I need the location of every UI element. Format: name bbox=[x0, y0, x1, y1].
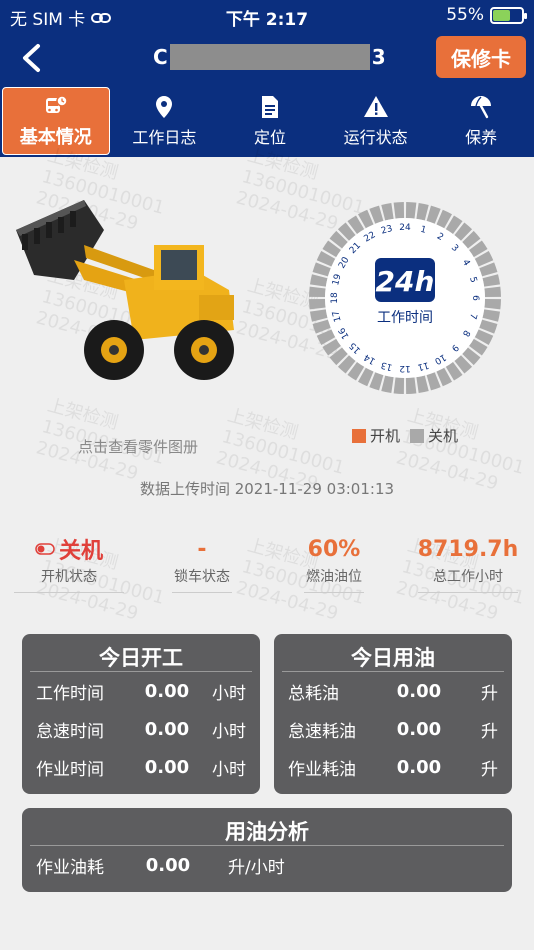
page-title: C 3 bbox=[153, 44, 386, 70]
total-hours: 8719.7h 总工作小时 bbox=[418, 534, 518, 593]
dial-hour-label: 24 bbox=[399, 223, 411, 233]
dial-hour-label: 12 bbox=[399, 363, 410, 373]
dial-segment bbox=[405, 377, 417, 394]
dial-segment bbox=[309, 309, 328, 322]
tab-label: 定位 bbox=[253, 128, 286, 147]
list-item: 怠速耗油 0.00 升 bbox=[288, 718, 498, 742]
power-status-label: 开机状态 bbox=[41, 569, 97, 585]
battery-info: 55% bbox=[446, 5, 527, 25]
dial-segment bbox=[482, 309, 501, 322]
app-header: C 3 保修卡 bbox=[0, 30, 534, 85]
tab-work-log[interactable]: 工作日志 bbox=[112, 85, 218, 157]
dial-label: 工作时间 bbox=[377, 310, 433, 326]
dial-segment bbox=[381, 202, 394, 221]
status-bar: 无 SIM 卡 下午 2:17 55% bbox=[0, 0, 534, 30]
list-item: 作业时间 0.00 小时 bbox=[36, 756, 246, 780]
dial-segment bbox=[416, 202, 429, 221]
tab-maintenance[interactable]: 保养 bbox=[428, 85, 534, 157]
tab-location[interactable]: 定位 bbox=[217, 85, 323, 157]
upload-time: 数据上传时间 2021-11-29 03:01:13 bbox=[139, 480, 395, 498]
tab-label: 工作日志 bbox=[132, 128, 197, 147]
redacted-serial bbox=[169, 44, 370, 70]
battery-icon bbox=[490, 6, 527, 24]
parts-catalog-link[interactable]: 点击查看零件图册 bbox=[78, 436, 198, 457]
dial-segment bbox=[482, 274, 501, 287]
dial-segment bbox=[393, 377, 405, 394]
24h-badge-text: 24h bbox=[376, 265, 435, 298]
total-hours-value: 8719.7h bbox=[417, 536, 519, 562]
card-title: 今日开工 bbox=[30, 634, 252, 672]
total-hours-label: 总工作小时 bbox=[433, 569, 503, 585]
dial-segment bbox=[381, 375, 394, 394]
list-item: 作业油耗 0.00 升/小时 bbox=[36, 854, 285, 878]
location-pin-icon bbox=[156, 96, 173, 118]
warranty-card-button[interactable]: 保修卡 bbox=[436, 36, 526, 78]
dial-segment bbox=[405, 202, 417, 219]
dial-segment bbox=[484, 286, 501, 298]
fuel-analysis-card: 用油分析 作业油耗 0.00 升/小时 bbox=[22, 808, 512, 892]
today-work-card: 今日开工 工作时间 0.00 小时 怠速时间 0.00 小时 作业时间 0.00 小时 bbox=[22, 634, 260, 794]
fuel-level-value: 60% bbox=[307, 536, 361, 562]
dial-segment bbox=[416, 375, 429, 394]
list-item: 怠速时间 0.00 小时 bbox=[36, 718, 246, 742]
dial-legend: 开机 关机 bbox=[352, 425, 458, 446]
power-status: 关机 开机状态 bbox=[14, 534, 124, 593]
list-item: 作业耗油 0.00 升 bbox=[288, 756, 498, 780]
tab-label: 保养 bbox=[465, 128, 498, 147]
fuel-level: 60% 燃油油位 bbox=[304, 534, 364, 593]
battery-percent: 55% bbox=[446, 5, 484, 25]
wheel-loader-image[interactable] bbox=[14, 190, 244, 390]
dial-segment bbox=[484, 298, 501, 310]
tab-running-status[interactable]: 运行状态 bbox=[323, 85, 429, 157]
toggle-icon bbox=[35, 543, 55, 555]
legend-on-label: 开机 bbox=[370, 427, 401, 445]
list-item: 总耗油 0.00 升 bbox=[288, 680, 498, 704]
tab-label: 运行状态 bbox=[343, 128, 408, 147]
card-title: 今日用油 bbox=[282, 634, 504, 672]
legend-off-label: 关机 bbox=[428, 427, 459, 445]
bus-clock-icon bbox=[45, 95, 68, 113]
power-status-value: 关机 bbox=[58, 539, 103, 564]
today-fuel-card: 今日用油 总耗油 0.00 升 怠速耗油 0.00 升 作业耗油 0.00 升 bbox=[274, 634, 512, 794]
legend-off-swatch bbox=[410, 428, 425, 443]
card-title: 用油分析 bbox=[30, 808, 504, 846]
dial-segment bbox=[309, 298, 326, 310]
lock-status-label: 锁车状态 bbox=[174, 569, 230, 585]
dial-segment bbox=[393, 202, 405, 219]
fuel-level-label: 燃油油位 bbox=[306, 569, 362, 585]
list-item: 工作时间 0.00 小时 bbox=[36, 680, 246, 704]
lock-status-value: - bbox=[197, 536, 207, 562]
back-arrow-icon[interactable] bbox=[14, 40, 50, 76]
umbrella-icon bbox=[471, 96, 492, 119]
dial-segment bbox=[309, 274, 328, 287]
work-time-dial: 24 12345678910111213141516171819202122 23 … bbox=[309, 202, 501, 394]
tab-label: 基本情况 bbox=[19, 127, 92, 148]
tab-basic-info[interactable]: 基本情况 bbox=[2, 87, 110, 155]
dial-segment bbox=[309, 286, 326, 298]
legend-on-swatch bbox=[352, 428, 366, 443]
title-prefix: C bbox=[153, 45, 168, 69]
dial-hour-label: 6 bbox=[470, 295, 480, 301]
tab-bar: 基本情况 工作日志 定位 运行状态 保养 bbox=[0, 85, 534, 157]
lock-status: - 锁车状态 bbox=[172, 534, 232, 593]
document-icon bbox=[261, 96, 278, 118]
title-suffix: 3 bbox=[371, 45, 386, 69]
warning-icon bbox=[363, 96, 388, 117]
dial-hour-label: 18 bbox=[330, 292, 340, 304]
